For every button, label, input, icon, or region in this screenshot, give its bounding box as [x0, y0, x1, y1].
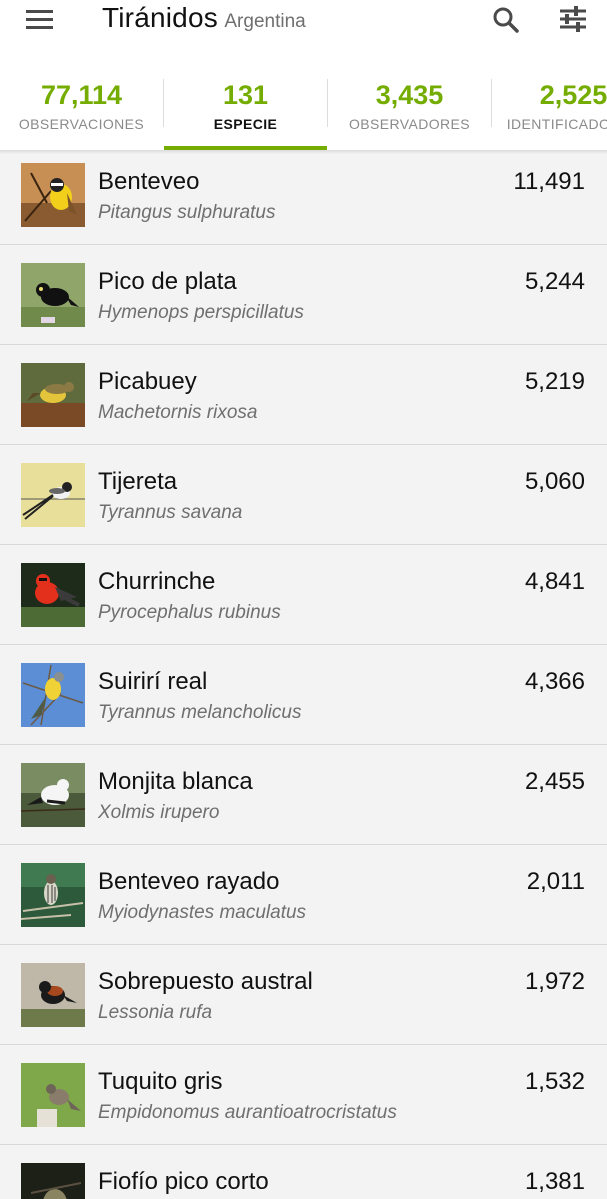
species-row[interactable]: Fiofío pico corto 1,381: [0, 1145, 607, 1199]
species-row[interactable]: Churrinche Pyrocephalus rubinus 4,841: [0, 545, 607, 645]
species-observation-count: 5,060: [524, 468, 585, 495]
species-scientific-name: Hymenops perspicillatus: [98, 302, 304, 323]
species-common-name: Pico de plata: [98, 268, 237, 295]
species-row[interactable]: Benteveo Pitangus sulphuratus 11,491: [0, 145, 607, 245]
white-bird-photo: [21, 763, 85, 827]
species-common-name: Benteveo: [98, 168, 200, 195]
species-scientific-name: Pyrocephalus rubinus: [98, 602, 281, 623]
tab-count: 77,114: [40, 80, 123, 110]
species-observation-count: 4,841: [524, 568, 585, 595]
species-common-name: Tuquito gris: [98, 1068, 223, 1095]
rufous-backed-bird-photo: [21, 963, 85, 1027]
species-row[interactable]: Suirirí real Tyrannus melancholicus 4,36…: [0, 645, 607, 745]
species-row[interactable]: Picabuey Machetornis rixosa 5,219: [0, 345, 607, 445]
yellow-bird-on-ground-photo: [21, 363, 85, 427]
species-observation-count: 11,491: [513, 168, 585, 195]
species-row[interactable]: Pico de plata Hymenops perspicillatus 5,…: [0, 245, 607, 345]
species-observation-count: 2,011: [526, 868, 585, 895]
species-common-name: Churrinche: [98, 568, 216, 595]
page-title: Tiránidos: [102, 2, 218, 33]
fork-tailed-bird-photo: [21, 463, 85, 527]
species-observation-count: 1,972: [524, 968, 585, 995]
species-observation-count: 5,219: [524, 368, 585, 395]
yellow-breasted-bird-photo: [21, 163, 85, 227]
streaked-bird-photo: [21, 863, 85, 927]
species-common-name: Suirirí real: [98, 668, 208, 695]
tab-label: ESPECIE: [213, 116, 278, 132]
grey-bird-photo: [21, 1063, 85, 1127]
hamburger-menu-icon[interactable]: [20, 4, 60, 36]
tab-especie[interactable]: 131 ESPECIE: [164, 56, 327, 150]
species-row[interactable]: Tijereta Tyrannus savana 5,060: [0, 445, 607, 545]
red-bird-photo: [21, 563, 85, 627]
species-row[interactable]: Benteveo rayado Myiodynastes maculatus 2…: [0, 845, 607, 945]
species-scientific-name: Xolmis irupero: [98, 802, 220, 823]
tab-observaciones[interactable]: 77,114 OBSERVACIONES: [0, 56, 163, 150]
yellow-bird-blue-sky-photo: [21, 663, 85, 727]
tab-identificadores[interactable]: 2,525 IDENTIFICADORES: [492, 56, 607, 150]
species-common-name: Tijereta: [98, 468, 178, 495]
species-common-name: Monjita blanca: [98, 768, 253, 795]
search-icon[interactable]: [488, 2, 524, 38]
species-scientific-name: Machetornis rixosa: [98, 402, 258, 423]
dark-bird-photo: [21, 1163, 85, 1199]
tab-count: 3,435: [375, 80, 444, 110]
species-row[interactable]: Tuquito gris Empidonomus aurantioatrocri…: [0, 1045, 607, 1145]
black-bird-photo: [21, 263, 85, 327]
species-scientific-name: Empidonomus aurantioatrocristatus: [98, 1102, 397, 1123]
stats-tab-bar: 77,114 OBSERVACIONES 131 ESPECIE 3,435 O…: [0, 56, 607, 150]
page-title-group: Tiránidos Argentina: [102, 2, 306, 34]
species-observation-count: 1,381: [524, 1168, 585, 1195]
top-app-bar: Tiránidos Argentina: [0, 0, 607, 56]
page-subtitle: Argentina: [224, 11, 306, 32]
tab-observadores[interactable]: 3,435 OBSERVADORES: [328, 56, 491, 150]
species-common-name: Picabuey: [98, 368, 197, 395]
species-observation-count: 5,244: [524, 268, 585, 295]
species-common-name: Fiofío pico corto: [98, 1168, 269, 1195]
species-observation-count: 2,455: [524, 768, 585, 795]
species-scientific-name: Lessonia rufa: [98, 1002, 213, 1023]
tab-count: 2,525: [539, 80, 607, 110]
tab-label: OBSERVADORES: [349, 116, 470, 132]
tab-label: OBSERVACIONES: [18, 116, 145, 132]
filter-sliders-icon[interactable]: [555, 2, 591, 38]
species-row[interactable]: Monjita blanca Xolmis irupero 2,455: [0, 745, 607, 845]
species-common-name: Sobrepuesto austral: [98, 968, 313, 995]
species-scientific-name: Myiodynastes maculatus: [98, 902, 307, 923]
tab-count: 131: [222, 80, 269, 110]
species-scientific-name: Tyrannus melancholicus: [98, 702, 302, 723]
species-observation-count: 4,366: [524, 668, 585, 695]
app-screen: Tiránidos Argentina 77,114 OBSERVACIONES: [0, 0, 607, 1199]
tab-bar-shadow: [0, 150, 607, 154]
species-scientific-name: Pitangus sulphuratus: [98, 202, 276, 223]
tab-label: IDENTIFICADORES: [506, 116, 607, 132]
species-common-name: Benteveo rayado: [98, 868, 280, 895]
species-scientific-name: Tyrannus savana: [98, 502, 243, 523]
species-observation-count: 1,532: [524, 1068, 585, 1095]
species-list: Benteveo Pitangus sulphuratus 11,491 Pic…: [0, 145, 607, 1199]
species-row[interactable]: Sobrepuesto austral Lessonia rufa 1,972: [0, 945, 607, 1045]
